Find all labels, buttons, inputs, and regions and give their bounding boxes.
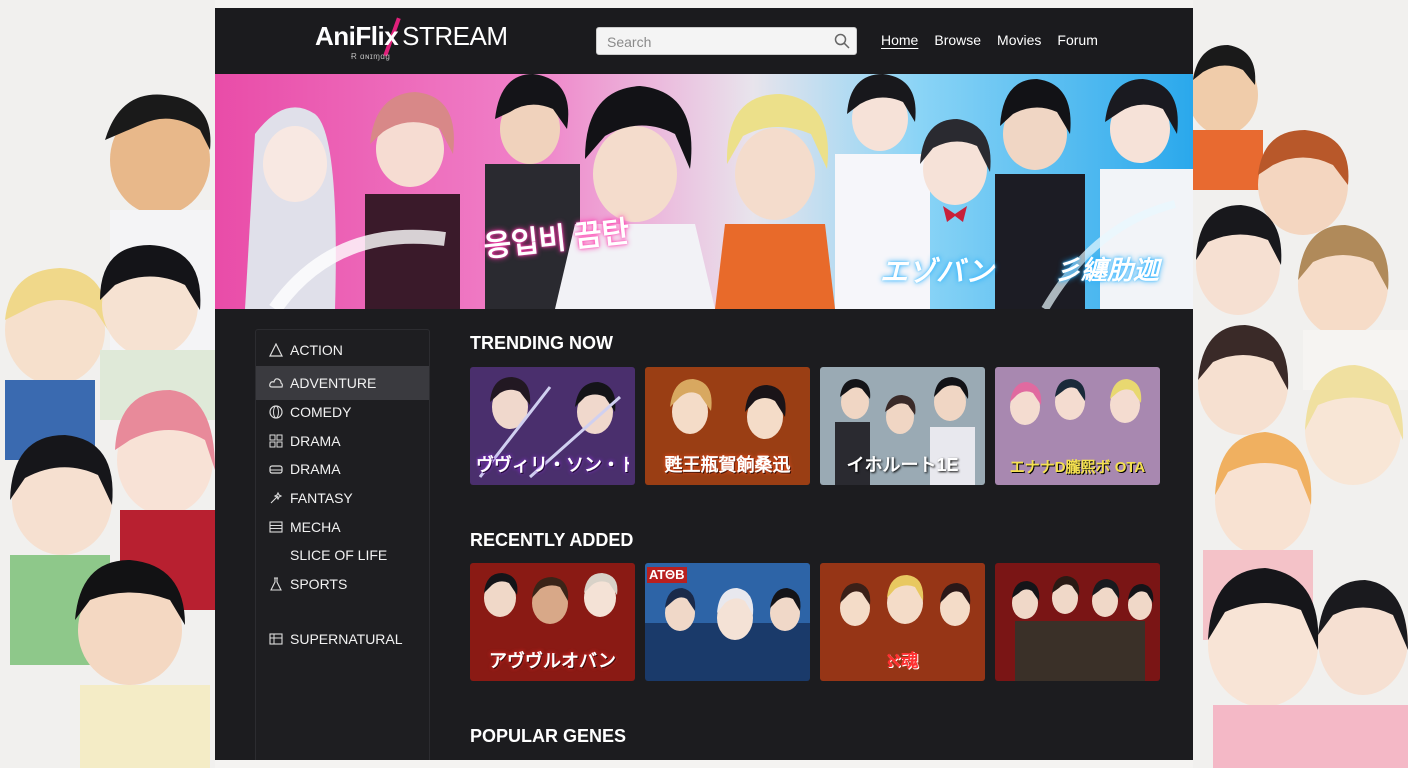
genre-label: SUPERNATURAL [290, 631, 403, 647]
card-title: ΑΤΘΒ [649, 567, 685, 582]
genre-label: MECHA [290, 519, 341, 535]
genre-label: ADVENTURE [290, 375, 377, 391]
flask-icon [270, 577, 282, 591]
logo-stream-text: STREAM [402, 21, 508, 51]
genre-item-sports[interactable]: SPORTS [256, 567, 429, 601]
genre-label: SLICE OF LIFE [290, 547, 388, 563]
top-bar: AniFlixSTREAM Ɍ ɑɴɪɱɑɡ Home Browse Movie… [215, 8, 1193, 74]
hero-banner-art [215, 74, 1193, 309]
logo-text: AniFlix STREAM [315, 21, 508, 52]
site-logo[interactable]: AniFlix STREAM Ɍ ɑɴɪɱɑɡ [315, 17, 508, 65]
trending-card[interactable]: 甦王瓶賀餉桑迅 [645, 367, 810, 485]
search-box [596, 27, 857, 55]
genre-label: ACTION [290, 342, 343, 358]
genre-label: DRAMA [290, 461, 341, 477]
right-decorative-art [1193, 0, 1408, 768]
hero-title-right: 彡纏肋迦 [1055, 255, 1160, 285]
hero-banner[interactable]: 응입비 끔탄 エゾバン 彡纏肋迦 [215, 74, 1193, 309]
nav-home[interactable]: Home [881, 32, 918, 52]
recent-card[interactable] [995, 563, 1160, 681]
recent-card[interactable]: ΑΤΘΒ [645, 563, 810, 681]
search-icon[interactable] [834, 33, 850, 49]
trending-section-title: TRENDING NOW [470, 333, 613, 353]
recent-card[interactable]: ℵ魂 [820, 563, 985, 681]
list-icon [269, 521, 283, 533]
genre-item-supernatural[interactable]: SUPERNATURAL [256, 622, 429, 656]
cloud-icon [269, 378, 283, 388]
nav-browse[interactable]: Browse [934, 32, 981, 52]
logo-subtitle: Ɍ ɑɴɪɱɑɡ [351, 52, 391, 61]
nav-movies[interactable]: Movies [997, 32, 1041, 52]
wand-icon [270, 491, 283, 504]
globe-icon [269, 405, 283, 419]
main-nav: Home Browse Movies Forum [881, 32, 1098, 52]
genre-sidebar: ACTION ADVENTURE COMEDY DRAMA DRAMA FANT… [255, 329, 430, 760]
card-title: ℵ魂 [886, 651, 919, 671]
app-window: AniFlixSTREAM Ɍ ɑɴɪɱɑɡ Home Browse Movie… [215, 8, 1193, 760]
logo-main-text: AniFlix [315, 21, 399, 51]
genre-label: SPORTS [290, 576, 348, 592]
nav-forum[interactable]: Forum [1057, 32, 1097, 52]
card-title: アヴヴルオバン [489, 651, 616, 671]
card-title: ヴヴィリ・ソン・ド [476, 455, 629, 475]
trending-card[interactable]: ヴヴィリ・ソン・ド [470, 367, 635, 485]
trending-card[interactable]: エナナD朧熙ボ OTA [995, 367, 1160, 485]
card-title: エナナD朧熙ボ OTA [1009, 459, 1146, 476]
card-title: イホルート1E [846, 455, 959, 475]
left-decorative-art [0, 0, 215, 768]
table-icon [269, 633, 283, 645]
card-artwork [995, 563, 1160, 681]
genre-label: COMEDY [290, 404, 352, 420]
genre-label: FANTASY [290, 490, 353, 506]
trending-card[interactable]: イホルート1E [820, 367, 985, 485]
recent-card[interactable]: アヴヴルオバン [470, 563, 635, 681]
popular-section-title: POPULAR GENES [470, 726, 627, 746]
recent-section-title: RECENTLY ADDED [470, 530, 634, 550]
triangle-icon [269, 343, 283, 357]
grid-icon [269, 434, 283, 448]
card-title: 甦王瓶賀餉桑迅 [664, 455, 791, 475]
genre-item-action[interactable]: ACTION [256, 333, 429, 367]
car-icon [269, 465, 283, 474]
search-input[interactable] [605, 31, 829, 53]
hero-title-mid: エゾバン [880, 256, 994, 287]
genre-label: DRAMA [290, 433, 341, 449]
